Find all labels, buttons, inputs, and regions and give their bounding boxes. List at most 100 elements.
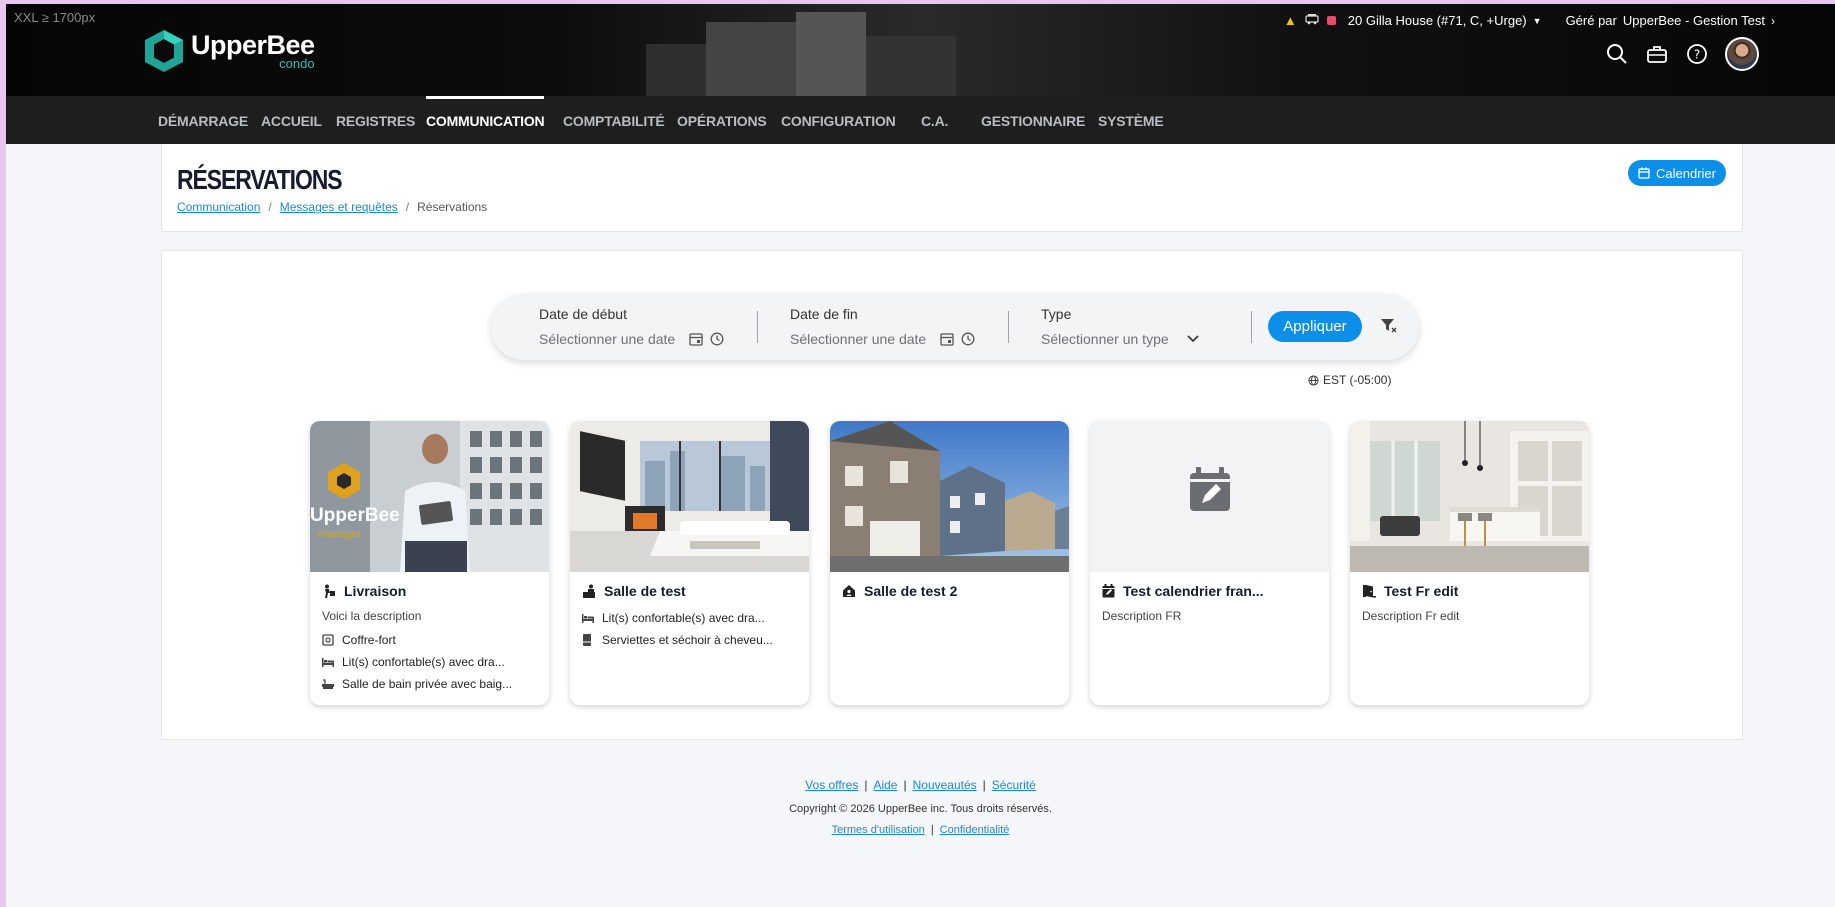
breadcrumb-messages[interactable]: Messages et requêtes bbox=[280, 200, 398, 214]
door-open-icon bbox=[1362, 584, 1376, 598]
calendar-button-label: Calendrier bbox=[1656, 165, 1716, 181]
footer-copyright: Copyright © 2026 UpperBee inc. Tous droi… bbox=[789, 803, 1052, 815]
card-title: Salle de test bbox=[582, 583, 686, 599]
svg-text:UpperBee: UpperBee bbox=[310, 505, 400, 526]
type-select[interactable]: Sélectionner un type bbox=[1041, 331, 1169, 347]
search-icon[interactable] bbox=[1605, 42, 1629, 66]
nav-item-configuration[interactable]: CONFIGURATION bbox=[781, 96, 896, 144]
nav-item-systeme[interactable]: SYSTÈME bbox=[1098, 96, 1164, 144]
type-label: Type bbox=[1041, 306, 1072, 322]
apply-button[interactable]: Appliquer bbox=[1268, 311, 1362, 342]
card-image bbox=[570, 421, 809, 572]
svg-text:manager: manager bbox=[318, 528, 362, 540]
card-title: Test Fr edit bbox=[1362, 583, 1458, 599]
card-feature: Salle de bain privée avec baig... bbox=[322, 677, 512, 691]
user-avatar[interactable] bbox=[1725, 37, 1759, 71]
vehicle-icon[interactable] bbox=[1305, 13, 1319, 28]
nav-item-communication[interactable]: COMMUNICATION bbox=[426, 96, 545, 144]
breadcrumb-separator: / bbox=[405, 200, 410, 214]
safe-icon bbox=[322, 634, 334, 646]
calendar-edit-icon bbox=[1102, 584, 1115, 598]
footer-link-privacy[interactable]: Confidentialité bbox=[940, 824, 1010, 836]
hexagon-logo-icon bbox=[145, 30, 183, 72]
managed-by-link[interactable]: UpperBee - Gestion Test bbox=[1623, 13, 1765, 28]
breadcrumb-communication[interactable]: Communication bbox=[177, 200, 260, 214]
banner-building bbox=[796, 12, 866, 96]
card-feature: Serviettes et séchoir à cheveu... bbox=[582, 633, 773, 647]
reservation-card-salle-de-test[interactable]: Salle de test Lit(s) confortable(s) avec… bbox=[570, 421, 809, 705]
toolbox-icon[interactable] bbox=[1645, 42, 1669, 66]
filter-bar: Date de début Sélectionner une date Date… bbox=[491, 294, 1419, 360]
footer-link-nouveautes[interactable]: Nouveautés bbox=[913, 778, 977, 792]
card-title: Test calendrier fran... bbox=[1102, 583, 1264, 599]
calendar-edit-icon bbox=[1190, 467, 1230, 511]
card-feature: Lit(s) confortable(s) avec dra... bbox=[582, 611, 765, 625]
reservation-card-test-fr-edit[interactable]: Test Fr edit Description Fr edit bbox=[1350, 421, 1589, 705]
filter-divider bbox=[1008, 311, 1009, 343]
house-user-icon bbox=[842, 584, 856, 598]
calendar-icon[interactable] bbox=[940, 332, 954, 346]
start-date-field[interactable]: Date de début Sélectionner une date bbox=[539, 306, 724, 347]
clock-icon[interactable] bbox=[961, 332, 975, 346]
card-feature: Coffre-fort bbox=[322, 633, 396, 647]
building-selector[interactable]: 20 Gilla House (#71, C, +Urge) bbox=[1348, 13, 1527, 28]
end-date-input[interactable]: Sélectionner une date bbox=[790, 331, 926, 347]
card-description: Voici la description bbox=[322, 609, 422, 623]
towel-icon bbox=[582, 634, 594, 646]
reservation-card-salle-de-test-2[interactable]: Salle de test 2 bbox=[830, 421, 1069, 705]
nav-item-accueil[interactable]: ACCUEIL bbox=[261, 96, 322, 144]
chevron-down-icon[interactable] bbox=[1187, 335, 1199, 343]
calendar-button[interactable]: Calendrier bbox=[1628, 160, 1726, 186]
type-field[interactable]: Type Sélectionner un type bbox=[1041, 306, 1199, 347]
footer-link-offres[interactable]: Vos offres bbox=[805, 778, 858, 792]
caret-down-icon[interactable]: ▼ bbox=[1533, 16, 1542, 26]
reservation-card-livraison[interactable]: UpperBee manager Livraison Voici la desc… bbox=[310, 421, 549, 705]
reservations-panel: Date de début Sélectionner une date Date… bbox=[161, 250, 1743, 740]
nav-item-demarrage[interactable]: DÉMARRAGE bbox=[158, 96, 248, 144]
brand-logo[interactable]: UpperBee condo bbox=[143, 28, 315, 74]
card-image bbox=[1350, 421, 1589, 572]
footer-separator: | bbox=[982, 778, 986, 792]
breadcrumb: Communication / Messages et requêtes / Réser… bbox=[177, 200, 487, 214]
clock-icon[interactable] bbox=[710, 332, 724, 346]
nav-item-comptabilite[interactable]: COMPTABILITÉ bbox=[563, 96, 665, 144]
footer-separator: | bbox=[864, 778, 868, 792]
clear-filter-icon[interactable] bbox=[1380, 318, 1398, 339]
card-image bbox=[830, 421, 1069, 572]
nav-item-gestionnaire[interactable]: GESTIONNAIRE bbox=[981, 96, 1085, 144]
calendar-icon[interactable] bbox=[689, 332, 703, 346]
start-date-input[interactable]: Sélectionner une date bbox=[539, 331, 675, 347]
chevron-right-icon[interactable]: › bbox=[1771, 14, 1775, 28]
filter-divider bbox=[1251, 311, 1252, 343]
footer-links: Vos offres | Aide | Nouveautés | Sécurité bbox=[6, 778, 1835, 792]
bed-icon bbox=[322, 657, 334, 667]
header-banner: XXL ≥ 1700px UpperBee condo ▲ 20 Gilla H… bbox=[6, 4, 1835, 96]
svg-text:?: ? bbox=[1694, 48, 1700, 62]
warning-icon[interactable]: ▲ bbox=[1284, 13, 1297, 28]
footer-link-securite[interactable]: Sécurité bbox=[992, 778, 1036, 792]
header-tools: ? bbox=[1589, 37, 1759, 71]
card-description: Description Fr edit bbox=[1362, 609, 1460, 623]
brand-name: UpperBee bbox=[191, 30, 315, 60]
breadcrumb-separator: / bbox=[268, 200, 272, 214]
footer-legal: Termes d'utilisation | Confidentialité bbox=[6, 824, 1835, 836]
reservation-card-test-calendrier[interactable]: Test calendrier fran... Description FR bbox=[1090, 421, 1329, 705]
help-icon[interactable]: ? bbox=[1685, 42, 1709, 66]
calendar-icon bbox=[1638, 167, 1650, 179]
card-feature: Lit(s) confortable(s) avec dra... bbox=[322, 655, 505, 669]
footer-link-terms[interactable]: Termes d'utilisation bbox=[832, 824, 925, 836]
nav-item-ca[interactable]: C.A. bbox=[921, 96, 948, 144]
viewport-label: XXL ≥ 1700px bbox=[14, 10, 96, 25]
start-date-label: Date de début bbox=[539, 306, 627, 322]
alert-badge-icon[interactable] bbox=[1326, 16, 1336, 25]
end-date-field[interactable]: Date de fin Sélectionner une date bbox=[790, 306, 975, 347]
nav-item-registres[interactable]: REGISTRES bbox=[336, 96, 415, 144]
delivery-person-icon bbox=[322, 584, 336, 598]
bathtub-icon bbox=[322, 678, 334, 690]
end-date-label: Date de fin bbox=[790, 306, 858, 322]
main-nav: DÉMARRAGE ACCUEIL REGISTRES COMMUNICATIO… bbox=[6, 96, 1835, 144]
nav-item-operations[interactable]: OPÉRATIONS bbox=[677, 96, 767, 144]
footer-separator: | bbox=[930, 824, 934, 836]
footer-link-aide[interactable]: Aide bbox=[873, 778, 897, 792]
card-image-placeholder bbox=[1090, 421, 1329, 572]
